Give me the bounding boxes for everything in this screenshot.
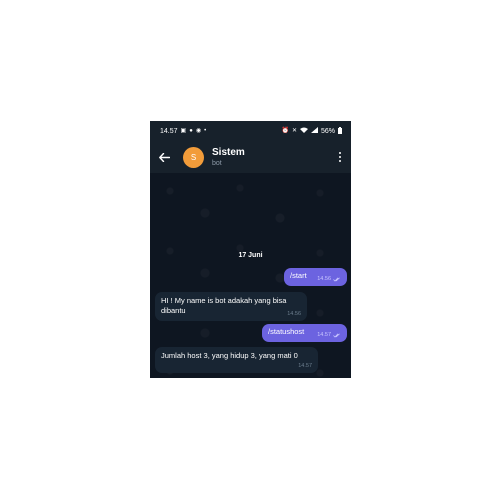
message-time: 14.57 [317, 332, 331, 338]
battery-icon [338, 126, 342, 136]
message-time: 14.57 [298, 363, 312, 369]
status-time: 14.57 [160, 127, 178, 135]
battery-percent: 56% [320, 127, 335, 135]
chat-title[interactable]: Sistem [212, 147, 245, 158]
facebook-icon: ◉ [195, 128, 202, 134]
menu-dot [339, 160, 341, 162]
message-time: 14.56 [287, 311, 301, 317]
message-meta: 14.56 [287, 309, 301, 319]
chat-area[interactable]: 17 Juni /start 14.56 HI ! My name is bot… [150, 173, 351, 378]
image-icon: ▣ [180, 128, 187, 134]
phone-screen: 14.57 ▣ ● ◉ • ⏰ ✕ 56% S Sistem bot 17 Ju… [150, 121, 351, 378]
arrow-left-icon [158, 152, 170, 162]
signal-icon [310, 127, 318, 135]
message-text-line-1: HI ! My name is bot adakah yang bisa [161, 296, 287, 305]
message-meta: 14.57 [298, 361, 312, 371]
message-time: 14.56 [317, 276, 331, 282]
menu-dot [339, 152, 341, 154]
chat-header: S Sistem bot [150, 141, 351, 173]
chat-subtitle: bot [212, 160, 222, 167]
double-check-icon [333, 277, 340, 282]
double-check-icon [333, 333, 340, 338]
message-outgoing[interactable]: /statushost 14.57 [262, 324, 347, 342]
date-chip: 17 Juni [238, 252, 263, 259]
status-bar-left: 14.57 ▣ ● ◉ • [160, 128, 206, 135]
avatar-letter: S [190, 153, 197, 162]
mute-icon: ✕ [291, 128, 297, 134]
message-text: Jumlah host 3, yang hidup 3, yang mati 0 [161, 351, 298, 360]
message-meta: 14.56 [317, 274, 341, 284]
message-incoming[interactable]: HI ! My name is bot adakah yang bisa dib… [155, 292, 307, 321]
message-incoming[interactable]: Jumlah host 3, yang hidup 3, yang mati 0… [155, 347, 318, 373]
status-bar-right: ⏰ ✕ 56% [281, 126, 342, 136]
wifi-icon [299, 127, 308, 135]
avatar[interactable]: S [183, 147, 204, 168]
menu-dot [339, 156, 341, 158]
message-outgoing[interactable]: /start 14.56 [284, 268, 347, 286]
message-text-line-2: dibantu [161, 306, 186, 315]
message-meta: 14.57 [317, 330, 341, 340]
status-bar: 14.57 ▣ ● ◉ • ⏰ ✕ 56% [150, 121, 351, 141]
back-button[interactable] [157, 150, 171, 164]
bulb-icon: ● [189, 128, 193, 134]
alarm-icon: ⏰ [281, 128, 289, 134]
dot-icon: • [204, 128, 207, 134]
more-options-button[interactable] [335, 150, 345, 164]
